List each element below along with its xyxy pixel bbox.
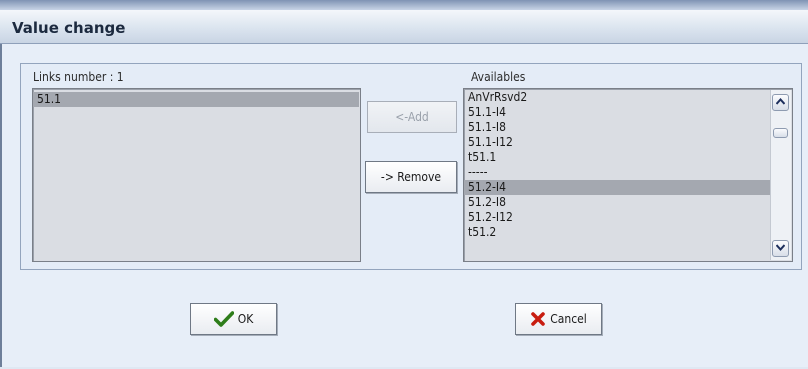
links-number-label: Links number : 1	[33, 70, 124, 84]
list-item[interactable]: 51.2-I4	[464, 180, 773, 195]
availables-label: Availables	[471, 70, 526, 84]
list-item[interactable]: 51.1-I12	[464, 135, 773, 150]
scroll-thumb[interactable]	[773, 128, 788, 138]
remove-button-label: -> Remove	[380, 170, 442, 184]
window-top-edge	[0, 0, 808, 10]
add-button-label: <-Add	[395, 110, 429, 124]
add-button[interactable]: <-Add	[367, 101, 457, 133]
ok-button-label: OK	[237, 312, 254, 326]
list-item[interactable]: t51.2	[464, 225, 773, 240]
availables-listbox[interactable]: AnVrRsvd2 51.1-I4 51.1-I8 51.1-I12 t51.1…	[463, 88, 793, 262]
links-listbox[interactable]: 51.1	[32, 88, 361, 262]
remove-button[interactable]: -> Remove	[365, 161, 457, 193]
x-mark-icon	[530, 311, 546, 327]
list-item[interactable]: 51.1	[33, 92, 359, 107]
list-item[interactable]: AnVrRsvd2	[464, 90, 773, 105]
window-title: Value change	[12, 19, 126, 37]
cancel-button-label: Cancel	[550, 312, 587, 326]
list-item[interactable]: 51.1-I4	[464, 105, 773, 120]
availables-scrollbar[interactable]	[770, 90, 791, 260]
list-item[interactable]: -----	[464, 165, 773, 180]
ok-button[interactable]: OK	[190, 303, 277, 335]
title-bar[interactable]: Value change	[0, 10, 808, 44]
chevron-up-icon[interactable]	[772, 94, 789, 111]
checkmark-icon	[213, 311, 234, 327]
list-item[interactable]: 51.2-I8	[464, 195, 773, 210]
chevron-down-icon[interactable]	[772, 240, 789, 257]
list-item[interactable]: 51.2-I12	[464, 210, 773, 225]
list-item[interactable]: t51.1	[464, 150, 773, 165]
cancel-button[interactable]: Cancel	[515, 303, 602, 335]
list-item[interactable]: 51.1-I8	[464, 120, 773, 135]
